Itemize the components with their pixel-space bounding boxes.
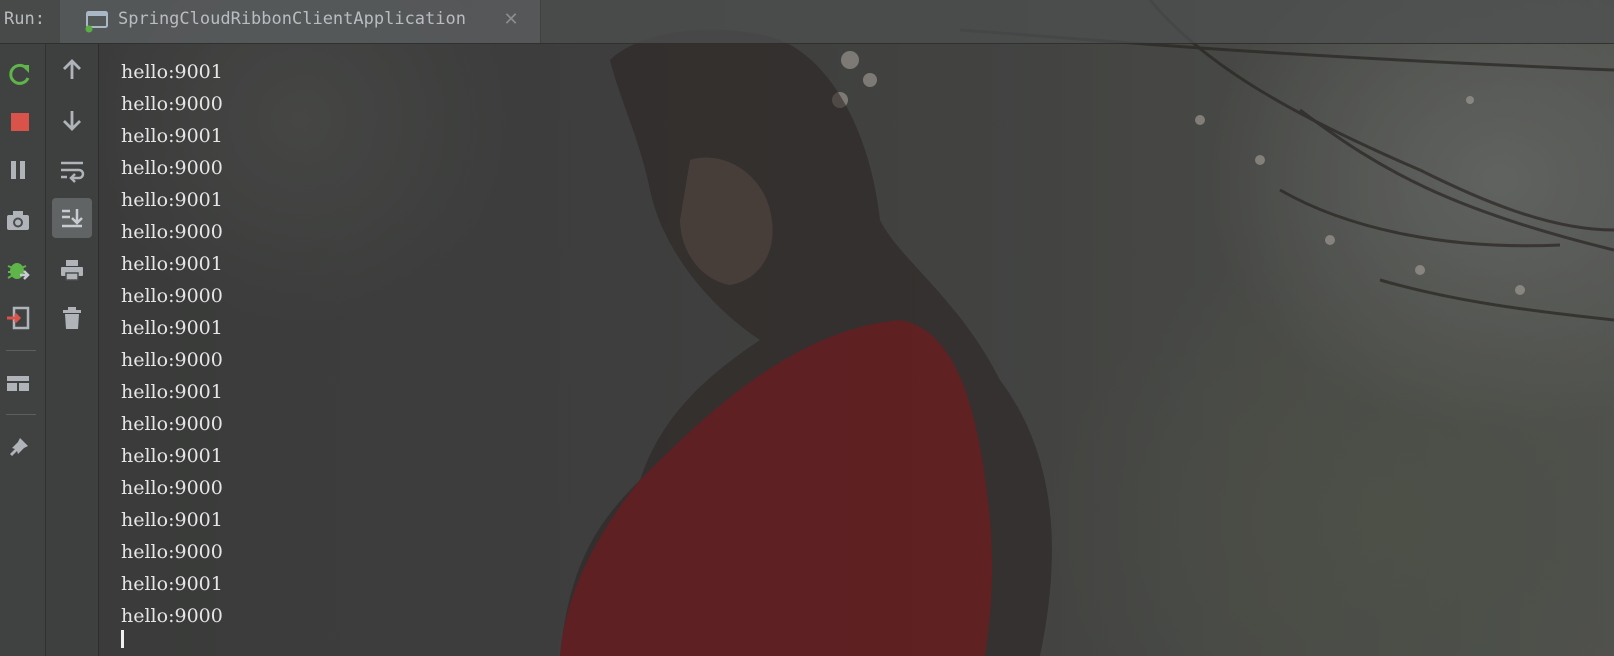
layout-icon — [7, 376, 29, 391]
trash-icon — [63, 307, 81, 329]
console-line: hello:9001 — [121, 509, 223, 531]
run-toolbar-secondary — [46, 44, 99, 656]
layout-button[interactable] — [2, 368, 34, 400]
tab-run-configuration[interactable]: SpringCloudRibbonClientApplication ✕ — [60, 0, 541, 43]
scroll-to-end-button[interactable] — [52, 198, 92, 238]
clear-all-button[interactable] — [56, 302, 88, 334]
console-line: hello:9001 — [121, 317, 223, 339]
close-icon[interactable]: ✕ — [502, 11, 520, 29]
console-line: hello:9000 — [121, 349, 223, 371]
arrow-down-icon — [63, 111, 81, 131]
stop-icon — [11, 113, 29, 131]
toolbar-separator — [6, 350, 36, 351]
console-line: hello:9000 — [121, 413, 223, 435]
debug-button[interactable] — [2, 254, 34, 286]
tab-title: SpringCloudRibbonClientApplication — [118, 9, 466, 29]
console-line: hello:9001 — [121, 253, 223, 275]
dump-threads-button[interactable] — [2, 204, 34, 236]
scroll-down-button[interactable] — [56, 104, 88, 136]
rerun-button[interactable] — [4, 58, 36, 90]
background-wallpaper — [0, 0, 1614, 656]
soft-wrap-icon — [61, 161, 85, 183]
console-line: hello:9000 — [121, 605, 223, 627]
exit-icon — [7, 306, 30, 330]
console-output[interactable]: hello:9001 hello:9000 hello:9001 hello:9000… — [121, 56, 223, 632]
print-button[interactable] — [56, 254, 88, 286]
run-tab-bar: Run: SpringCloudRibbonClientApplication … — [0, 0, 1614, 44]
console-line: hello:9000 — [121, 221, 223, 243]
pin-icon — [10, 438, 28, 456]
console-line: hello:9000 — [121, 157, 223, 179]
console-line: hello:9001 — [121, 189, 223, 211]
exit-button[interactable] — [2, 302, 34, 334]
console-line: hello:9000 — [121, 285, 223, 307]
console-line: hello:9000 — [121, 93, 223, 115]
console-line: hello:9001 — [121, 573, 223, 595]
console-line: hello:9001 — [121, 61, 223, 83]
soft-wrap-button[interactable] — [56, 154, 88, 186]
debug-bug-icon — [7, 263, 30, 280]
run-toolbar-primary — [0, 44, 46, 656]
text-caret — [121, 630, 124, 648]
console-line: hello:9001 — [121, 381, 223, 403]
camera-icon — [7, 211, 29, 230]
pause-button[interactable] — [2, 154, 34, 186]
run-label: Run: — [4, 9, 45, 29]
pin-button[interactable] — [2, 432, 34, 464]
stop-button[interactable] — [4, 106, 36, 138]
run-config-icon — [84, 7, 110, 33]
rerun-icon — [9, 63, 30, 85]
console-line: hello:9000 — [121, 541, 223, 563]
pause-icon — [11, 161, 25, 179]
scroll-to-end-icon — [62, 209, 83, 228]
print-icon — [61, 260, 83, 281]
scroll-up-button[interactable] — [56, 54, 88, 86]
arrow-up-icon — [63, 59, 81, 79]
toolbar-separator — [6, 414, 36, 415]
console-line: hello:9000 — [121, 477, 223, 499]
console-line: hello:9001 — [121, 125, 223, 147]
console-line: hello:9001 — [121, 445, 223, 467]
